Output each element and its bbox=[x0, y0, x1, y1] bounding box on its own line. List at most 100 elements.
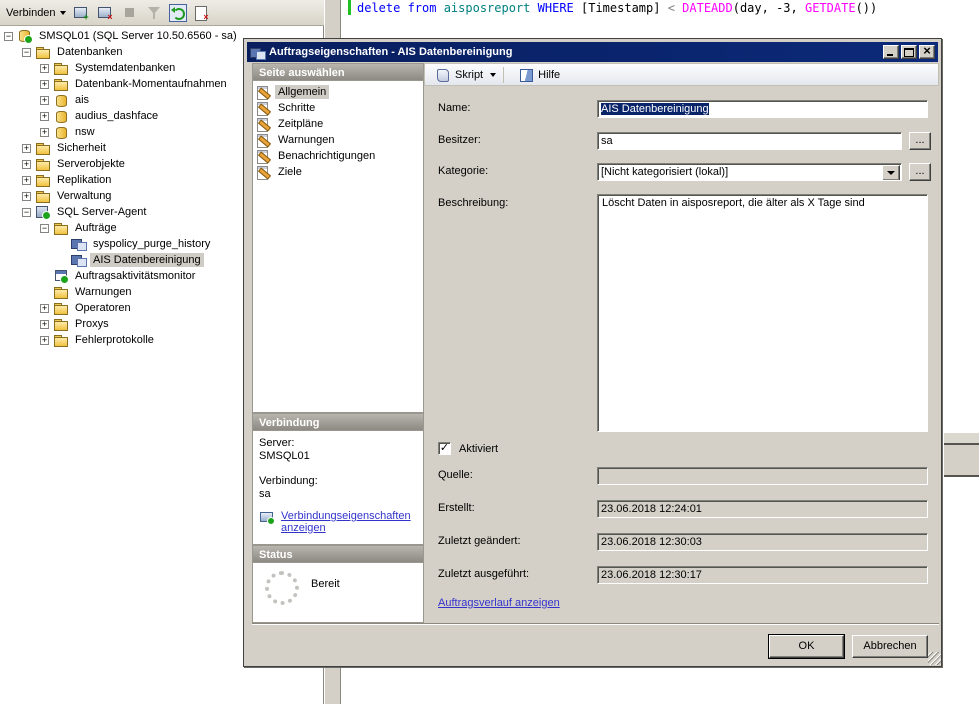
connect-server-icon[interactable]: + bbox=[73, 4, 91, 22]
tree-expander-icon[interactable]: + bbox=[40, 320, 49, 329]
aktiviert-label: Aktiviert bbox=[459, 443, 498, 455]
folder-icon bbox=[53, 316, 69, 332]
connection-panel: Server: SMSQL01 Verbindung: sa Verbindun… bbox=[252, 431, 424, 545]
disconnect-server-icon[interactable]: × bbox=[97, 4, 115, 22]
tree-expander-icon[interactable]: + bbox=[22, 160, 31, 169]
dialog-page-label[interactable]: Schritte bbox=[275, 101, 318, 115]
script-button[interactable]: Skript bbox=[431, 65, 501, 84]
close-button[interactable] bbox=[919, 45, 935, 59]
sql-token: DATEADD bbox=[682, 1, 733, 15]
tree-expander-icon[interactable]: + bbox=[40, 112, 49, 121]
tree-item-label[interactable]: Replikation bbox=[54, 173, 114, 187]
tree-item-label[interactable]: Auftragsaktivitätsmonitor bbox=[72, 269, 198, 283]
maximize-button[interactable] bbox=[901, 45, 917, 59]
tree-item-label[interactable]: syspolicy_purge_history bbox=[90, 237, 213, 251]
minimize-button[interactable] bbox=[883, 45, 899, 59]
tree-expander-icon[interactable]: + bbox=[40, 80, 49, 89]
owner-input[interactable]: sa bbox=[597, 132, 902, 150]
dialog-page-item[interactable]: Allgemein bbox=[253, 84, 423, 100]
name-input[interactable]: AIS Datenbereinigung bbox=[597, 100, 928, 118]
job-properties-dialog: Auftragseigenschaften - AIS Datenbereini… bbox=[243, 38, 942, 667]
resize-grip[interactable] bbox=[928, 652, 941, 665]
category-browse-button[interactable]: ... bbox=[909, 163, 931, 181]
page-pencil-icon bbox=[256, 165, 271, 180]
tree-item-label[interactable]: Warnungen bbox=[72, 285, 134, 299]
tree-expander-icon[interactable]: + bbox=[40, 128, 49, 137]
tree-item-label[interactable]: Datenbank-Momentaufnahmen bbox=[72, 77, 230, 91]
job-icon bbox=[71, 236, 87, 252]
dialog-page-item[interactable]: Schritte bbox=[253, 100, 423, 116]
combo-dropdown-icon[interactable] bbox=[882, 165, 900, 181]
cancel-button[interactable]: Abbrechen bbox=[852, 635, 928, 658]
tree-item-label[interactable]: Fehlerprotokolle bbox=[72, 333, 157, 347]
dialog-page-item[interactable]: Benachrichtigungen bbox=[253, 148, 423, 164]
tree-expander-icon bbox=[58, 240, 67, 249]
dialog-titlebar[interactable]: Auftragseigenschaften - AIS Datenbereini… bbox=[247, 42, 938, 62]
tree-expander-icon[interactable]: − bbox=[22, 48, 31, 57]
description-label: Beschreibung: bbox=[438, 197, 508, 209]
tree-item-label[interactable]: Sicherheit bbox=[54, 141, 109, 155]
tree-item-label[interactable]: AIS Datenbereinigung bbox=[90, 253, 204, 267]
dialog-page-label[interactable]: Zeitpläne bbox=[275, 117, 326, 131]
server-icon bbox=[17, 28, 33, 44]
pages-list: Allgemein Schritte Zeitpläne Warnungen Benac… bbox=[252, 81, 424, 413]
tree-expander-icon[interactable]: + bbox=[22, 144, 31, 153]
owner-browse-button[interactable]: ... bbox=[909, 132, 931, 150]
tree-item-label[interactable]: Proxys bbox=[72, 317, 112, 331]
tree-item-label[interactable]: Systemdatenbanken bbox=[72, 61, 178, 75]
page-pencil-icon bbox=[256, 133, 271, 148]
job-history-link[interactable]: Auftragsverlauf anzeigen bbox=[438, 597, 560, 609]
tree-item-label[interactable]: SQL Server-Agent bbox=[54, 205, 149, 219]
dialog-page-label[interactable]: Benachrichtigungen bbox=[275, 149, 378, 163]
tree-item-label[interactable]: Operatoren bbox=[72, 301, 134, 315]
connection-properties-link[interactable]: Verbindungseigenschaften anzeigen bbox=[281, 510, 399, 534]
tree-item-label[interactable]: Verwaltung bbox=[54, 189, 114, 203]
sql-statement[interactable]: delete from aisposreport WHERE [Timestam… bbox=[357, 1, 877, 15]
tree-expander-icon[interactable]: − bbox=[4, 32, 13, 41]
progress-spinner-icon bbox=[265, 571, 299, 605]
tree-expander-icon[interactable]: + bbox=[22, 192, 31, 201]
tree-item-label[interactable]: audius_dashface bbox=[72, 109, 161, 123]
script-icon bbox=[436, 67, 451, 82]
dialog-page-item[interactable]: Zeitpläne bbox=[253, 116, 423, 132]
tree-expander-icon[interactable]: + bbox=[40, 336, 49, 345]
aktiviert-checkbox[interactable] bbox=[438, 442, 451, 455]
folder-icon bbox=[53, 76, 69, 92]
tree-item-label[interactable]: ais bbox=[72, 93, 92, 107]
category-select[interactable]: [Nicht kategorisiert (lokal)] bbox=[597, 163, 902, 181]
connection-properties-icon bbox=[259, 511, 275, 525]
tree-item-label[interactable]: Serverobjekte bbox=[54, 157, 128, 171]
source-label: Quelle: bbox=[438, 469, 473, 481]
page-pencil-icon bbox=[256, 149, 271, 164]
tree-expander-icon[interactable]: + bbox=[22, 176, 31, 185]
tree-item-label[interactable]: nsw bbox=[72, 125, 98, 139]
tree-item-label[interactable]: Datenbanken bbox=[54, 45, 125, 59]
tree-item-label[interactable]: SMSQL01 (SQL Server 10.50.6560 - sa) bbox=[36, 29, 240, 43]
help-button[interactable]: Hilfe bbox=[506, 65, 565, 84]
description-textarea[interactable]: Löscht Daten in aisposreport, die älter … bbox=[597, 194, 928, 432]
dialog-page-item[interactable]: Warnungen bbox=[253, 132, 423, 148]
dialog-page-label[interactable]: Warnungen bbox=[275, 133, 337, 147]
status-text: Bereit bbox=[311, 578, 340, 590]
connect-button[interactable]: Verbinden bbox=[2, 3, 70, 23]
tree-expander-icon[interactable]: + bbox=[40, 96, 49, 105]
tree-expander-icon bbox=[40, 288, 49, 297]
tree-expander-icon[interactable]: + bbox=[40, 304, 49, 313]
script-error-icon[interactable]: × bbox=[193, 4, 211, 22]
connection-value: sa bbox=[259, 488, 423, 501]
last-modified-value: 23.06.2018 12:30:03 bbox=[597, 533, 928, 551]
tree-item-label[interactable]: Aufträge bbox=[72, 221, 120, 235]
tree-expander-icon[interactable]: − bbox=[22, 208, 31, 217]
refresh-icon[interactable] bbox=[169, 4, 187, 22]
dialog-page-item[interactable]: Ziele bbox=[253, 164, 423, 180]
tree-expander-icon[interactable]: − bbox=[40, 224, 49, 233]
dialog-page-label[interactable]: Ziele bbox=[275, 165, 305, 179]
tree-expander-icon[interactable]: + bbox=[40, 64, 49, 73]
ok-button[interactable]: OK bbox=[769, 635, 844, 658]
folder-icon bbox=[35, 156, 51, 172]
dialog-page-label[interactable]: Allgemein bbox=[275, 85, 329, 99]
db-icon bbox=[53, 92, 69, 108]
db-icon bbox=[53, 108, 69, 124]
sql-token: WHERE bbox=[538, 1, 574, 15]
folder-icon bbox=[35, 172, 51, 188]
